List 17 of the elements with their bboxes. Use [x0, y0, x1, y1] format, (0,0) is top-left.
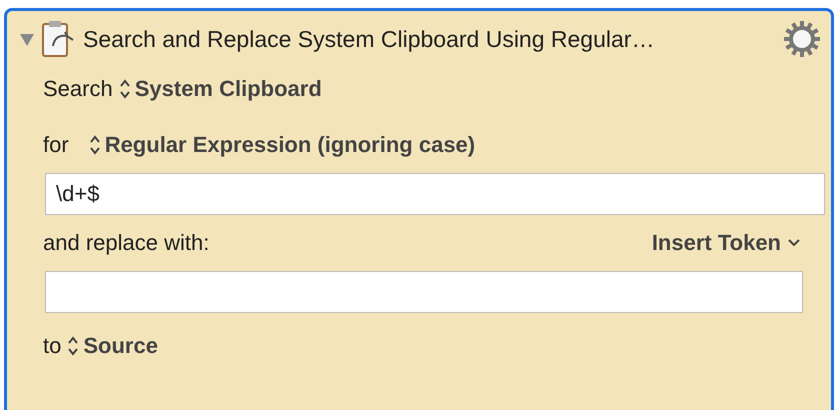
for-label: for — [43, 132, 69, 158]
result-target-popup[interactable]: Source — [67, 333, 158, 359]
search-label: Search — [43, 76, 113, 102]
replace-field[interactable] — [45, 271, 803, 313]
settings-icon[interactable] — [783, 20, 821, 58]
to-label: to — [43, 333, 62, 359]
match-type-popup[interactable]: Regular Expression (ignoring case) — [88, 132, 476, 158]
stepper-icon — [88, 134, 101, 156]
stepper-icon — [118, 78, 131, 100]
search-field[interactable]: \d+$ — [45, 173, 825, 215]
action-title: Search and Replace System Clipboard Using Regular… — [83, 26, 656, 52]
insert-token-menu[interactable]: Insert Token — [652, 230, 801, 256]
replace-label: and replace with: — [43, 230, 210, 256]
disclosure-triangle-icon[interactable] — [19, 31, 35, 47]
search-target-popup[interactable]: System Clipboard — [118, 76, 322, 102]
chevron-down-icon — [787, 238, 801, 248]
stepper-icon — [67, 335, 80, 357]
